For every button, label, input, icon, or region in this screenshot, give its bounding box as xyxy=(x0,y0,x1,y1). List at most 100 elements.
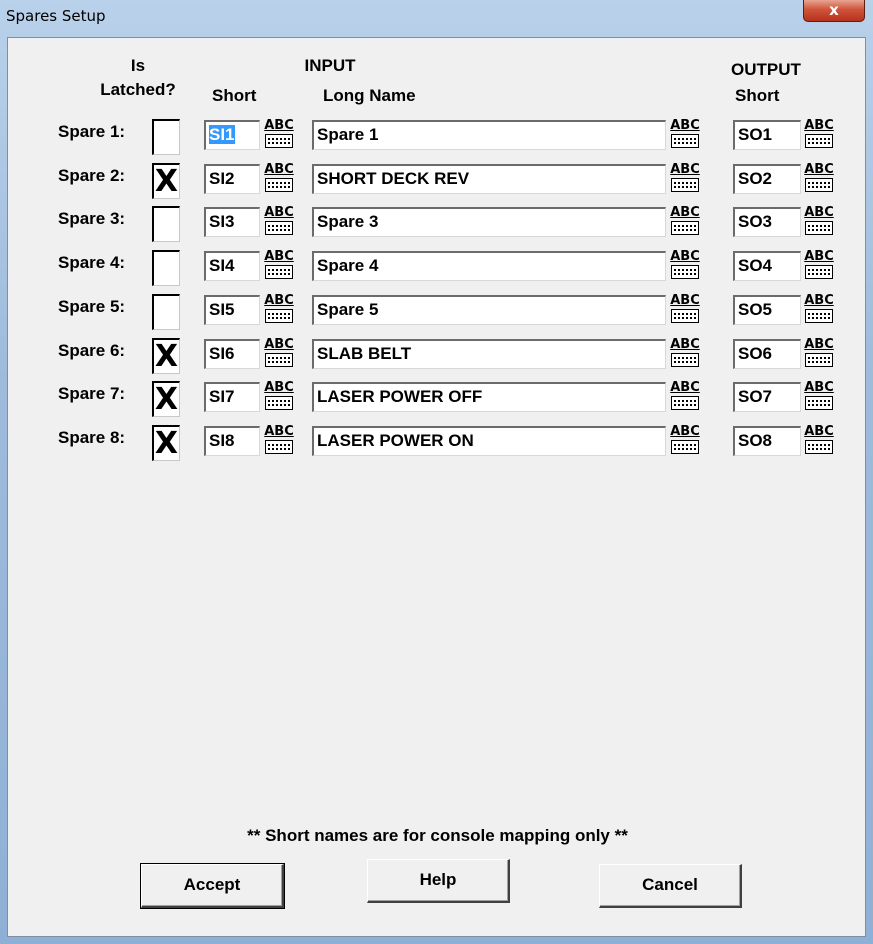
output-short-field[interactable]: SO7 xyxy=(733,382,801,412)
keyboard-abc-icon xyxy=(265,221,293,235)
long-name-keyboard-button[interactable]: ABC xyxy=(668,250,702,282)
abc-label: ABC xyxy=(264,337,294,352)
long-name-field[interactable]: LASER POWER OFF xyxy=(312,382,666,412)
title-bar[interactable]: Spares Setup x xyxy=(0,0,873,34)
keyboard-abc-icon xyxy=(805,396,833,410)
input-short-keyboard-button[interactable]: ABC xyxy=(262,381,296,413)
close-icon: x xyxy=(829,1,839,19)
input-short-field[interactable]: SI8 xyxy=(204,426,260,456)
input-short-keyboard-button[interactable]: ABC xyxy=(262,163,296,195)
output-short-field[interactable]: SO5 xyxy=(733,295,801,325)
latched-checkbox[interactable]: X xyxy=(152,338,180,374)
abc-label: ABC xyxy=(670,293,700,308)
help-button[interactable]: Help xyxy=(367,859,510,903)
abc-label: ABC xyxy=(804,380,834,395)
spares-setup-window: Spares Setup x Is Latched? INPUT Short L… xyxy=(0,0,873,944)
input-short-field[interactable]: SI4 xyxy=(204,251,260,281)
long-name-field[interactable]: SHORT DECK REV xyxy=(312,164,666,194)
input-short-keyboard-button[interactable]: ABC xyxy=(262,294,296,326)
input-short-field[interactable]: SI6 xyxy=(204,339,260,369)
output-short-keyboard-button[interactable]: ABC xyxy=(802,250,836,282)
console-mapping-note: ** Short names are for console mapping o… xyxy=(247,826,628,845)
output-short-field[interactable]: SO2 xyxy=(733,164,801,194)
keyboard-abc-icon xyxy=(805,221,833,235)
header-input: INPUT xyxy=(304,56,356,75)
latched-checkbox[interactable] xyxy=(152,250,180,286)
long-name-field[interactable]: Spare 5 xyxy=(312,295,666,325)
output-short-keyboard-button[interactable]: ABC xyxy=(802,338,836,370)
input-short-field[interactable]: SI7 xyxy=(204,382,260,412)
abc-label: ABC xyxy=(670,424,700,439)
keyboard-abc-icon xyxy=(265,396,293,410)
latched-checkbox[interactable]: X xyxy=(152,381,180,417)
input-short-value: SI1 xyxy=(209,125,235,144)
long-name-field[interactable]: Spare 3 xyxy=(312,207,666,237)
output-short-keyboard-button[interactable]: ABC xyxy=(802,206,836,238)
abc-label: ABC xyxy=(670,162,700,177)
input-short-field[interactable]: SI2 xyxy=(204,164,260,194)
output-short-keyboard-button[interactable]: ABC xyxy=(802,163,836,195)
abc-label: ABC xyxy=(670,249,700,264)
spare-label: Spare 7: xyxy=(58,384,126,403)
long-name-keyboard-button[interactable]: ABC xyxy=(668,425,702,457)
header-output-short: Short xyxy=(735,86,780,105)
input-short-field[interactable]: SI1 xyxy=(204,120,260,150)
long-name-keyboard-button[interactable]: ABC xyxy=(668,294,702,326)
long-name-keyboard-button[interactable]: ABC xyxy=(668,163,702,195)
output-short-field[interactable]: SO3 xyxy=(733,207,801,237)
abc-label: ABC xyxy=(804,205,834,220)
long-name-field[interactable]: SLAB BELT xyxy=(312,339,666,369)
keyboard-abc-icon xyxy=(671,353,699,367)
keyboard-abc-icon xyxy=(671,396,699,410)
keyboard-abc-icon xyxy=(671,134,699,148)
keyboard-abc-icon xyxy=(805,134,833,148)
keyboard-abc-icon xyxy=(265,178,293,192)
abc-label: ABC xyxy=(804,162,834,177)
cancel-button[interactable]: Cancel xyxy=(599,864,742,908)
abc-label: ABC xyxy=(264,205,294,220)
keyboard-abc-icon xyxy=(805,440,833,454)
abc-label: ABC xyxy=(670,205,700,220)
long-name-keyboard-button[interactable]: ABC xyxy=(668,381,702,413)
output-short-keyboard-button[interactable]: ABC xyxy=(802,425,836,457)
spare-label: Spare 2: xyxy=(58,166,126,185)
input-short-keyboard-button[interactable]: ABC xyxy=(262,206,296,238)
input-short-keyboard-button[interactable]: ABC xyxy=(262,119,296,151)
latched-checkbox[interactable] xyxy=(152,119,180,155)
input-short-field[interactable]: SI5 xyxy=(204,295,260,325)
latched-checkbox[interactable] xyxy=(152,294,180,330)
output-short-keyboard-button[interactable]: ABC xyxy=(802,381,836,413)
long-name-field[interactable]: LASER POWER ON xyxy=(312,426,666,456)
keyboard-abc-icon xyxy=(805,178,833,192)
input-short-value: SI8 xyxy=(209,431,235,450)
spare-label: Spare 5: xyxy=(58,297,126,316)
long-name-keyboard-button[interactable]: ABC xyxy=(668,338,702,370)
input-short-keyboard-button[interactable]: ABC xyxy=(262,338,296,370)
latched-checkbox[interactable]: X xyxy=(152,163,180,199)
input-short-field[interactable]: SI3 xyxy=(204,207,260,237)
output-short-keyboard-button[interactable]: ABC xyxy=(802,119,836,151)
long-name-keyboard-button[interactable]: ABC xyxy=(668,206,702,238)
abc-label: ABC xyxy=(670,337,700,352)
header-latched: Latched? xyxy=(100,80,176,99)
output-short-field[interactable]: SO1 xyxy=(733,120,801,150)
output-short-field[interactable]: SO6 xyxy=(733,339,801,369)
abc-label: ABC xyxy=(804,249,834,264)
input-short-keyboard-button[interactable]: ABC xyxy=(262,250,296,282)
long-name-field[interactable]: Spare 1 xyxy=(312,120,666,150)
abc-label: ABC xyxy=(264,293,294,308)
latched-checkbox[interactable]: X xyxy=(152,425,180,461)
keyboard-abc-icon xyxy=(671,178,699,192)
output-short-field[interactable]: SO4 xyxy=(733,251,801,281)
input-short-value: SI5 xyxy=(209,300,235,319)
abc-label: ABC xyxy=(804,293,834,308)
long-name-field[interactable]: Spare 4 xyxy=(312,251,666,281)
output-short-field[interactable]: SO8 xyxy=(733,426,801,456)
latched-checkbox[interactable] xyxy=(152,206,180,242)
accept-button[interactable]: Accept xyxy=(140,863,285,909)
close-button[interactable]: x xyxy=(803,0,865,22)
long-name-keyboard-button[interactable]: ABC xyxy=(668,119,702,151)
input-short-keyboard-button[interactable]: ABC xyxy=(262,425,296,457)
output-short-keyboard-button[interactable]: ABC xyxy=(802,294,836,326)
keyboard-abc-icon xyxy=(671,221,699,235)
